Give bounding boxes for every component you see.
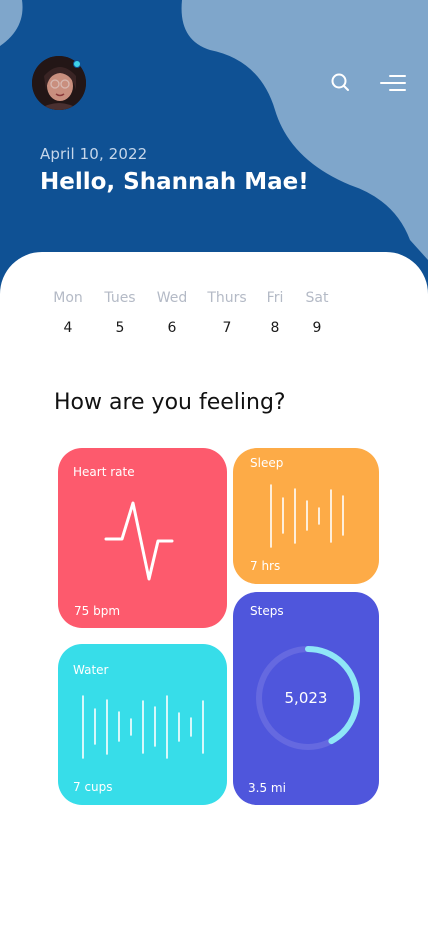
day-item-tues[interactable]: Tues 5: [100, 290, 140, 336]
day-number: 5: [115, 320, 125, 336]
day-name: Wed: [156, 290, 188, 306]
water-card[interactable]: Water 7 cups: [58, 644, 227, 805]
sleep-card[interactable]: Sleep 7 hrs: [233, 448, 379, 584]
online-status-dot: [73, 60, 81, 68]
section-title: How are you feeling?: [54, 390, 286, 415]
week-day-selector: Mon 4 Tues 5 Wed 6 Thurs 7 Fri 8 Sat 9: [0, 290, 428, 350]
steps-count: 5,023: [284, 689, 328, 707]
day-number: 8: [270, 320, 280, 336]
menu-button[interactable]: [378, 71, 408, 95]
day-number: 4: [63, 320, 73, 336]
steps-distance: 3.5 mi: [248, 781, 286, 795]
day-name: Tues: [104, 290, 136, 306]
sleep-value: 7 hrs: [250, 559, 281, 573]
search-button[interactable]: [328, 70, 354, 96]
steps-card[interactable]: Steps 5,023 3.5 mi: [233, 592, 379, 805]
day-item-fri[interactable]: Fri 8: [255, 290, 295, 336]
heartbeat-icon: [104, 501, 174, 581]
greeting-title: Hello, Shannah Mae!: [40, 169, 309, 195]
water-value: 7 cups: [73, 780, 113, 794]
day-item-sat[interactable]: Sat 9: [297, 290, 337, 336]
heart-rate-card[interactable]: Heart rate 75 bpm: [58, 448, 227, 628]
day-item-wed[interactable]: Wed 6: [152, 290, 192, 336]
day-number: 6: [167, 320, 177, 336]
day-name: Sat: [305, 290, 329, 306]
day-name: Thurs: [207, 290, 247, 306]
day-item-thurs[interactable]: Thurs 7: [207, 290, 247, 336]
day-name: Fri: [266, 290, 284, 306]
current-date: April 10, 2022: [40, 145, 148, 163]
day-item-mon[interactable]: Mon 4: [48, 290, 88, 336]
search-icon: [331, 73, 349, 91]
day-number: 7: [222, 320, 232, 336]
menu-icon: [380, 75, 406, 91]
day-number: 9: [312, 320, 322, 336]
heart-rate-value: 75 bpm: [74, 604, 121, 618]
day-name: Mon: [53, 290, 83, 306]
